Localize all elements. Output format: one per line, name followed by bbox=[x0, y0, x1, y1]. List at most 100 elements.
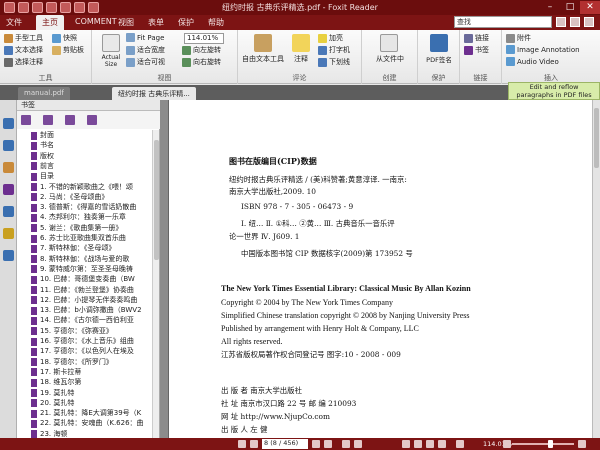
zoom-slider-handle[interactable] bbox=[548, 440, 553, 448]
comment-group: 自由文本工具 注释 加亮 打字机 下划线 评论 bbox=[238, 30, 362, 84]
attachments-icon[interactable] bbox=[3, 206, 14, 217]
new-bookmark-icon[interactable] bbox=[43, 115, 53, 125]
underline-button[interactable]: 下划线 bbox=[318, 57, 350, 67]
snapshot-button[interactable]: 快照 bbox=[52, 33, 77, 43]
highlight-button[interactable]: 加亮 bbox=[318, 33, 343, 43]
bookmark-page-icon bbox=[31, 306, 37, 315]
bookmark-button[interactable]: 书签 bbox=[464, 45, 489, 55]
continuous-icon[interactable] bbox=[414, 440, 422, 448]
help-icon[interactable] bbox=[570, 17, 580, 27]
insert-group: 附件 Image Annotation Audio Video 插入 bbox=[502, 30, 600, 84]
search-icon[interactable] bbox=[556, 17, 566, 27]
next-page-icon[interactable] bbox=[312, 440, 320, 448]
continuous-facing-icon[interactable] bbox=[438, 440, 446, 448]
bookmark-page-icon bbox=[31, 286, 37, 294]
zoom-slider[interactable] bbox=[512, 443, 574, 445]
document-view[interactable]: 图书在版编目(CIP)数据 纽约时报古典乐评精选 / (美)科赞著;黄意淳译. … bbox=[160, 100, 592, 438]
film-icon bbox=[506, 57, 515, 66]
actual-size-icon[interactable] bbox=[102, 34, 120, 52]
clipboard-button[interactable]: 剪贴板 bbox=[52, 45, 84, 55]
page-number-input[interactable]: 8 (8 / 456) bbox=[262, 439, 308, 449]
view-group-label: 视图 bbox=[157, 74, 172, 82]
facing-icon[interactable] bbox=[426, 440, 434, 448]
pages-icon[interactable] bbox=[3, 118, 14, 129]
text-select-button[interactable]: 文本选择 bbox=[4, 45, 43, 55]
minimize-button[interactable]: – bbox=[540, 1, 560, 14]
audio-video-button[interactable]: Audio Video bbox=[506, 57, 559, 66]
zoom-in-icon[interactable] bbox=[578, 440, 586, 448]
bookmark-page-icon bbox=[31, 347, 37, 356]
zoom-out-icon[interactable] bbox=[503, 440, 511, 448]
previous-view-icon[interactable] bbox=[342, 440, 350, 448]
menu-form[interactable]: 表单 bbox=[148, 17, 164, 28]
bookmark-page-icon bbox=[31, 141, 37, 150]
link-button[interactable]: 链接 bbox=[464, 33, 489, 43]
last-page-icon[interactable] bbox=[324, 440, 332, 448]
single-page-icon[interactable] bbox=[402, 440, 410, 448]
select-annotation-button[interactable]: 选择注释 bbox=[4, 57, 43, 67]
hand-tool-button[interactable]: 手型工具 bbox=[4, 33, 43, 43]
search-input[interactable]: 查找 bbox=[454, 16, 552, 28]
rotate-right-button[interactable]: 向右旋转 bbox=[182, 57, 221, 67]
document-scroll-thumb[interactable] bbox=[594, 108, 599, 168]
menu-file[interactable]: 文件 bbox=[6, 17, 22, 28]
next-view-icon[interactable] bbox=[354, 440, 362, 448]
tab-current-document[interactable]: 纽约时报 古典乐评精... bbox=[112, 87, 196, 100]
typewriter-icon[interactable] bbox=[254, 34, 272, 52]
lock-icon[interactable] bbox=[3, 228, 14, 239]
bookmark-page-icon bbox=[31, 244, 37, 253]
fit-visible-button[interactable]: 适合可视 bbox=[126, 57, 165, 67]
typewriter-button[interactable]: 打字机 bbox=[318, 45, 350, 55]
bookmark-page-icon bbox=[31, 131, 37, 140]
menu-home[interactable]: 主页 bbox=[36, 15, 64, 30]
hand-icon bbox=[4, 33, 13, 43]
maximize-button[interactable]: □ bbox=[560, 1, 580, 14]
rotate-left-button[interactable]: 向左旋转 bbox=[182, 45, 221, 55]
document-scrollbar[interactable] bbox=[592, 100, 600, 438]
tools-group-label: 工具 bbox=[38, 74, 53, 82]
pdf-sign-icon[interactable] bbox=[430, 34, 448, 52]
links-group: 链接 书签 链接 bbox=[460, 30, 502, 84]
tab-manual[interactable]: manual.pdf bbox=[18, 87, 70, 100]
bookmark-scrollbar[interactable] bbox=[152, 130, 159, 438]
first-page-icon[interactable] bbox=[238, 440, 246, 448]
bookmark-page-icon bbox=[31, 389, 37, 397]
menu-help[interactable]: 帮助 bbox=[208, 17, 224, 28]
fullscreen-icon[interactable] bbox=[456, 440, 464, 448]
note-icon[interactable] bbox=[292, 34, 310, 52]
menu-comment[interactable]: COMMENT bbox=[75, 17, 117, 26]
copyright-line: Copyright © 2004 by The New York Times C… bbox=[221, 298, 393, 307]
zoom-select[interactable]: 114.01% bbox=[184, 33, 224, 44]
bookmark-page-icon bbox=[31, 183, 37, 191]
cip-title: 图书在版编目(CIP)数据 bbox=[229, 156, 317, 166]
bookmark-options-icon[interactable] bbox=[87, 115, 97, 125]
pdf-page[interactable]: 图书在版编目(CIP)数据 纽约时报古典乐评精选 / (美)科赞著;黄意淳译. … bbox=[168, 100, 592, 438]
paperclip-icon bbox=[506, 33, 515, 43]
previous-page-icon[interactable] bbox=[250, 440, 258, 448]
bookmark-label: 23. 海顿 bbox=[40, 429, 68, 438]
clipboard-icon bbox=[52, 45, 61, 55]
bookmark-scroll-thumb[interactable] bbox=[154, 140, 159, 260]
signature-icon[interactable] bbox=[3, 250, 14, 261]
fit-page-button[interactable]: Fit Page bbox=[126, 33, 164, 42]
bookmark-page-icon bbox=[31, 152, 37, 161]
expand-bookmark-icon[interactable] bbox=[21, 115, 31, 125]
comments-icon[interactable] bbox=[3, 162, 14, 173]
navigation-rail bbox=[0, 100, 17, 438]
fit-width-button[interactable]: 适合宽度 bbox=[126, 45, 165, 55]
bookmarks-panel-icon[interactable] bbox=[3, 184, 14, 195]
camera-icon bbox=[52, 33, 61, 43]
bookmark-icon bbox=[464, 45, 473, 55]
layers-icon[interactable] bbox=[3, 140, 14, 151]
image-annotation-button[interactable]: Image Annotation bbox=[506, 45, 580, 54]
attachment-button[interactable]: 附件 bbox=[506, 33, 531, 43]
publisher-line: 出 版 人 左 健 bbox=[221, 425, 268, 434]
bookmark-item[interactable]: 23. 海顿 bbox=[31, 429, 153, 438]
menu-protect[interactable]: 保护 bbox=[178, 17, 194, 28]
settings-icon[interactable] bbox=[584, 17, 594, 27]
from-file-icon[interactable] bbox=[380, 34, 398, 52]
close-button[interactable]: ✕ bbox=[580, 1, 600, 14]
delete-bookmark-icon[interactable] bbox=[65, 115, 75, 125]
bookmark-page-icon bbox=[31, 193, 37, 202]
menu-view[interactable]: 视图 bbox=[118, 17, 134, 28]
